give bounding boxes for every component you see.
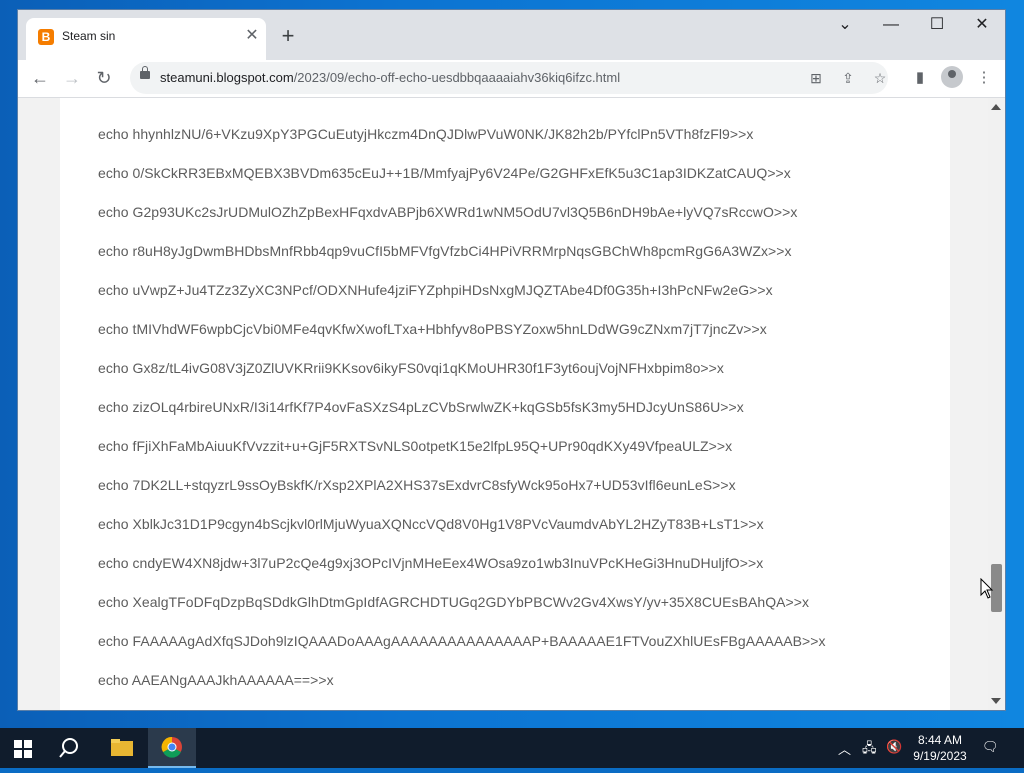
- code-line: echo 7DK2LL+stqyzrL9ssOyBskfK/rXsp2XPlA2…: [98, 477, 736, 493]
- code-line: echo tMIVhdWF6wpbCjcVbi0MFe4qvKfwXwofLTx…: [98, 321, 767, 337]
- close-window-button[interactable]: ✕: [959, 10, 1005, 40]
- show-hidden-icons-icon[interactable]: ︿: [838, 739, 851, 758]
- maximize-button[interactable]: ☐: [914, 10, 960, 40]
- tab-steam-sin[interactable]: B Steam sin ✕: [26, 18, 266, 60]
- url-path: /2023/09/echo-off-echo-uesdbbqaaaaiahv36…: [293, 70, 621, 85]
- vertical-scrollbar[interactable]: [988, 98, 1005, 710]
- action-center-icon[interactable]: 🗨: [982, 739, 999, 755]
- new-tab-button[interactable]: +: [274, 23, 302, 51]
- code-line: echo cndyEW4XN8jdw+3l7uP2cQe4g9xj3OPcIVj…: [98, 555, 764, 571]
- tab-search-icon[interactable]: ⌄: [822, 10, 868, 40]
- address-bar[interactable]: steamuni.blogspot.com/2023/09/echo-off-e…: [130, 62, 888, 94]
- code-line: echo AAEANgAAAJkhAAAAAA==>>x: [98, 672, 334, 688]
- tab-strip: B Steam sin ✕ + ⌄ — ☐ ✕: [18, 10, 1005, 60]
- forward-button[interactable]: →: [58, 64, 86, 92]
- search-icon[interactable]: [48, 728, 96, 768]
- file-explorer-icon[interactable]: [98, 728, 146, 768]
- clock-time: 8:44 AM: [917, 733, 963, 747]
- share-icon[interactable]: ⇪: [836, 66, 860, 90]
- clock-date: 9/19/2023: [913, 749, 967, 763]
- code-line: echo fFjiXhFaMbAiuuKfVvzzit+u+GjF5RXTSvN…: [98, 438, 733, 454]
- scroll-down-arrow-icon[interactable]: [991, 698, 1001, 704]
- scroll-up-arrow-icon[interactable]: [991, 104, 1001, 110]
- code-line: echo G2p93UKc2sJrUDMulOZhZpBexHFqxdvABPj…: [98, 204, 798, 220]
- close-tab-icon[interactable]: ✕: [240, 24, 264, 48]
- code-line: echo hhynhlzNU/6+VKzu9XpY3PGCuEutyjHkczm…: [98, 126, 754, 142]
- taskbar: ︿ 🖧 🔇 8:44 AM 9/19/2023 🗨: [0, 728, 1024, 768]
- lock-icon: [140, 66, 150, 79]
- code-line: echo zizOLq4rbireUNxR/I3i14rfKf7P4ovFaSX…: [98, 399, 744, 415]
- side-panel-icon[interactable]: ▮: [908, 66, 932, 90]
- code-line: echo 0/SkCkRR3EBxMQEBX3BVDm635cEuJ++1B/M…: [98, 165, 791, 181]
- profile-avatar-icon[interactable]: [941, 66, 963, 88]
- blogger-icon: B: [38, 29, 54, 45]
- mouse-cursor-icon: [980, 578, 994, 599]
- code-line: echo Gx8z/tL4ivG08V3jZ0ZlUVKRrii9KKsov6i…: [98, 360, 724, 376]
- reload-button[interactable]: ↻: [90, 64, 118, 92]
- browser-toolbar: ← → ↻ steamuni.blogspot.com/2023/09/echo…: [18, 60, 1005, 98]
- system-clock[interactable]: 8:44 AM 9/19/2023: [905, 732, 975, 764]
- post-body: echo hhynhlzNU/6+VKzu9XpY3PGCuEutyjHkczm…: [60, 98, 950, 710]
- network-icon[interactable]: 🖧: [862, 739, 877, 761]
- page-viewport: echo hhynhlzNU/6+VKzu9XpY3PGCuEutyjHkczm…: [18, 98, 1005, 710]
- code-line: echo XealgTFoDFqDzpBqSDdkGlhDtmGpIdfAGRC…: [98, 594, 810, 610]
- chrome-icon[interactable]: [148, 728, 196, 768]
- menu-icon[interactable]: ⋮: [972, 66, 996, 90]
- bookmark-star-icon[interactable]: ☆: [868, 66, 892, 90]
- code-line: echo XblkJc31D1P9cgyn4bScjkvl0rlMjuWyuaX…: [98, 516, 764, 532]
- volume-muted-icon[interactable]: 🔇: [886, 739, 902, 755]
- url-host: steamuni.blogspot.com: [160, 70, 294, 85]
- tab-title: Steam sin: [62, 29, 116, 43]
- code-line: echo uVwpZ+Ju4TZz3ZyXC3NPcf/ODXNHufe4jzi…: [98, 282, 773, 298]
- minimize-button[interactable]: —: [868, 10, 914, 40]
- back-button[interactable]: ←: [26, 64, 54, 92]
- code-line: echo r8uH8yJgDwmBHDbsMnfRbb4qp9vuCfI5bMF…: [98, 243, 792, 259]
- url-text[interactable]: steamuni.blogspot.com/2023/09/echo-off-e…: [160, 70, 620, 85]
- translate-icon[interactable]: ⊞: [804, 66, 828, 90]
- code-line: echo FAAAAAgAdXfqSJDoh9lzIQAAADoAAAgAAAA…: [98, 633, 826, 649]
- browser-window: B Steam sin ✕ + ⌄ — ☐ ✕ ← → ↻ steamuni.b…: [18, 10, 1005, 710]
- windows-start-icon[interactable]: [14, 740, 32, 758]
